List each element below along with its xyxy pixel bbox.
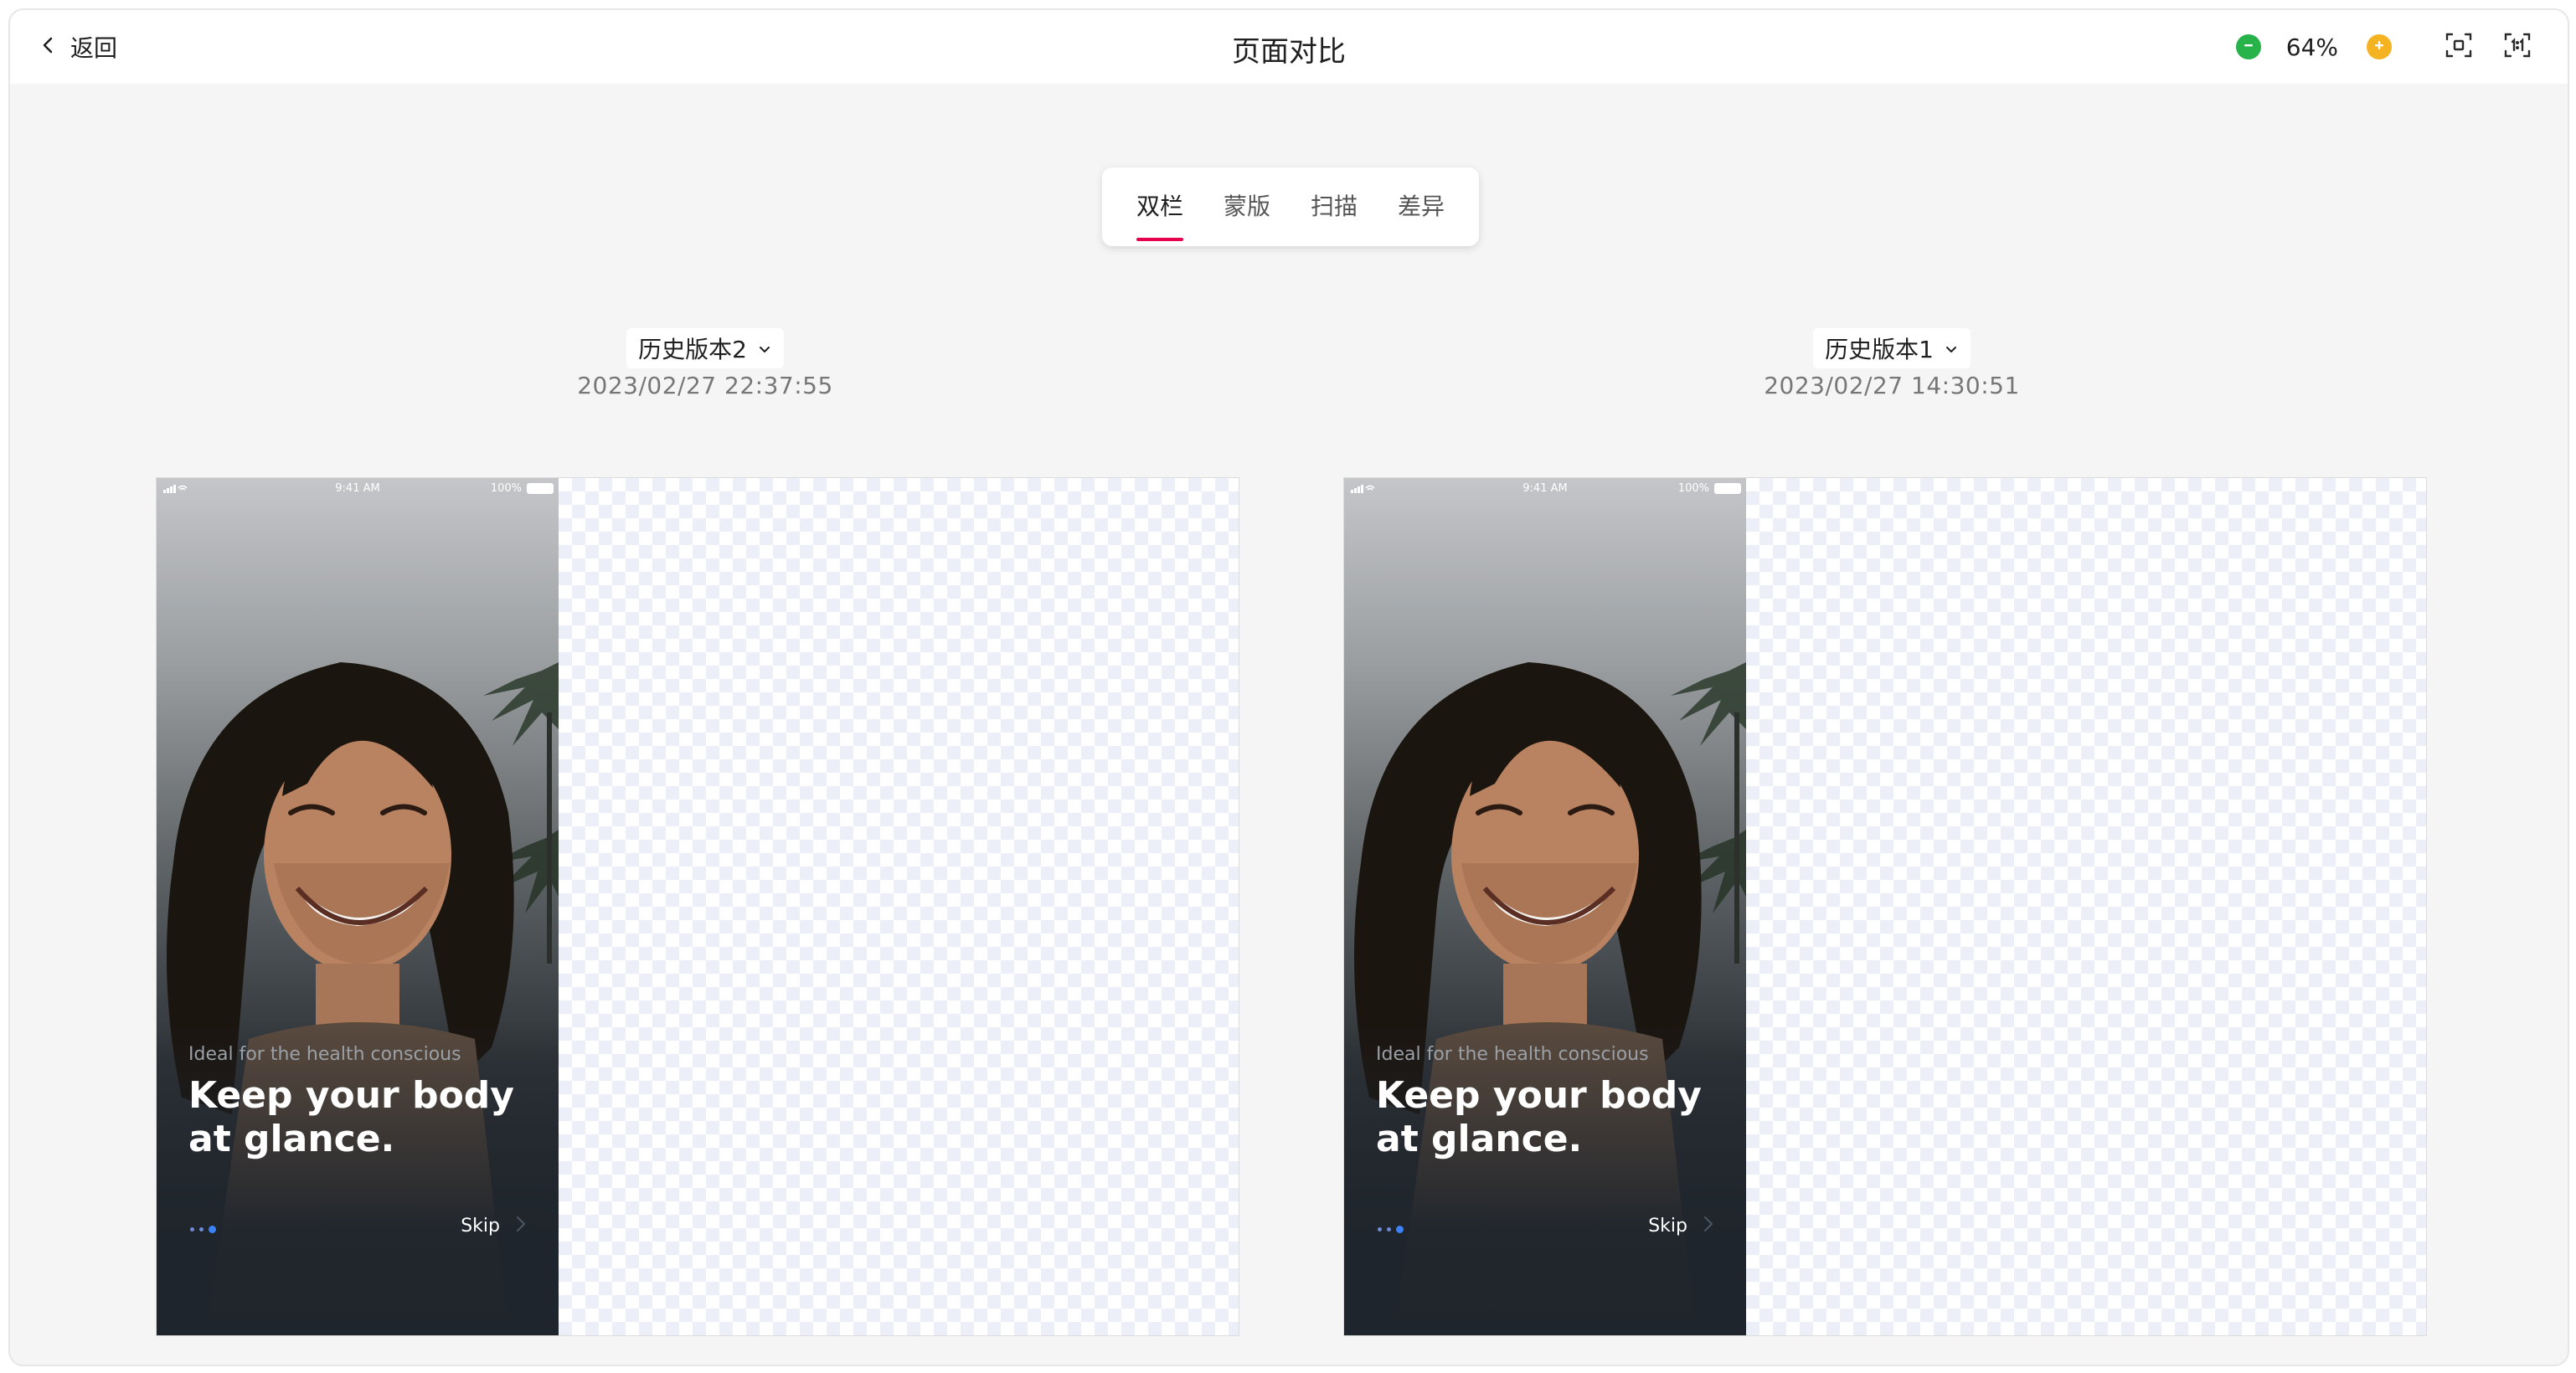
chevron-down-icon (757, 335, 772, 363)
back-button[interactable]: 返回 (39, 28, 117, 65)
back-label: 返回 (70, 34, 118, 62)
right-preview-canvas[interactable]: 9:41 AM 100% Ideal for the health consci… (1343, 477, 2427, 1336)
page-title-wrap: 页面对比 (10, 28, 2568, 69)
page-dot-active (209, 1226, 216, 1233)
battery-icon (527, 483, 554, 494)
skip-label: Skip (1648, 1215, 1687, 1237)
headline-line-2: at glance. (188, 1118, 395, 1160)
view-mode-tabs: 双栏 蒙版 扫描 差异 (1102, 167, 1479, 246)
headline-line-2: at glance. (1376, 1118, 1583, 1160)
zoom-out-button[interactable] (2235, 34, 2261, 59)
left-version-label: 历史版本2 (638, 336, 747, 363)
onboarding-headline: Keep your body at glance. (1376, 1074, 1728, 1161)
battery-icon (1714, 483, 1741, 494)
page-dot (1387, 1227, 1391, 1232)
page-indicator (190, 1226, 216, 1233)
tab-diff[interactable]: 差异 (1398, 167, 1445, 246)
right-version-select[interactable]: 历史版本1 (1813, 328, 1971, 368)
chevron-right-icon (1703, 1215, 1714, 1237)
status-bar: 9:41 AM 100% (157, 481, 559, 496)
left-preview-canvas[interactable]: 9:41 AM 100% Ideal for the health consci… (156, 477, 1239, 1336)
skip-button[interactable]: Skip (461, 1215, 527, 1237)
page-dot (1378, 1227, 1382, 1232)
right-version-date: 2023/02/27 14:30:51 (1764, 372, 2020, 399)
tab-scan[interactable]: 扫描 (1311, 167, 1358, 246)
chevron-down-icon (1944, 335, 1959, 363)
plus-circle-icon (2372, 39, 2386, 55)
fit-screen-icon (2444, 30, 2474, 64)
tab-mask[interactable]: 蒙版 (1224, 167, 1270, 246)
status-bar: 9:41 AM 100% (1344, 481, 1746, 496)
compare-window: 返回 页面对比 64% 双栏 蒙版 扫描 差异 历史版本2 2023/02/27… (8, 8, 2569, 1366)
zoom-in-button[interactable] (2367, 34, 2392, 59)
tab-side-by-side[interactable]: 双栏 (1136, 167, 1183, 246)
page-dot-active (1396, 1226, 1404, 1233)
zoom-controls: 64% (2235, 28, 2534, 65)
top-bar: 返回 页面对比 64% (10, 10, 2568, 84)
left-version-header: 历史版本2 2023/02/27 22:37:55 (471, 328, 940, 399)
battery-indicator: 100% (491, 482, 554, 495)
battery-percent: 100% (1677, 482, 1709, 495)
chevron-left-icon (39, 35, 59, 59)
page-indicator (1378, 1226, 1404, 1233)
minus-circle-icon (2242, 39, 2255, 55)
headline-line-1: Keep your body (1376, 1074, 1702, 1117)
page-dot (190, 1227, 194, 1232)
battery-indicator: 100% (1678, 482, 1741, 495)
actual-size-button[interactable] (2501, 30, 2534, 64)
right-phone-screen: 9:41 AM 100% Ideal for the health consci… (1344, 478, 1746, 1335)
onboarding-subheading: Ideal for the health conscious (188, 1044, 461, 1065)
left-version-select[interactable]: 历史版本2 (626, 328, 784, 368)
page-title: 页面对比 (1232, 35, 1346, 69)
onboarding-headline: Keep your body at glance. (188, 1074, 540, 1161)
left-phone-screen: 9:41 AM 100% Ideal for the health consci… (157, 478, 559, 1335)
right-version-header: 历史版本1 2023/02/27 14:30:51 (1657, 328, 2126, 399)
zoom-level: 64% (2285, 33, 2338, 61)
headline-line-1: Keep your body (188, 1074, 514, 1117)
chevron-right-icon (515, 1215, 527, 1237)
onboarding-subheading: Ideal for the health conscious (1376, 1044, 1649, 1065)
fit-screen-button[interactable] (2442, 30, 2476, 64)
skip-button[interactable]: Skip (1648, 1215, 1714, 1237)
page-dot (199, 1227, 204, 1232)
battery-percent: 100% (490, 482, 522, 495)
right-version-label: 历史版本1 (1825, 336, 1934, 363)
left-version-date: 2023/02/27 22:37:55 (577, 372, 833, 399)
actual-size-icon (2502, 30, 2532, 64)
skip-label: Skip (461, 1215, 500, 1237)
